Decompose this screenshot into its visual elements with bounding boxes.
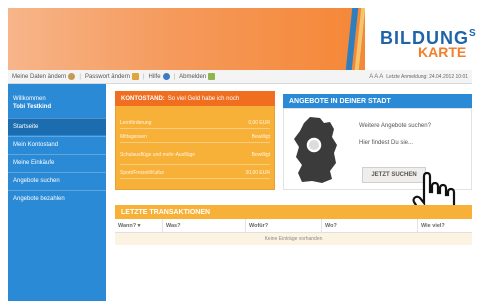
konto-row-value: Bewilligt: [251, 151, 270, 158]
konto-row-value: Bewilligt: [251, 134, 270, 140]
transaktionen-table-header: Wann? ▾ Was? Wofür? Wo? Wie viel?: [115, 218, 472, 233]
kontostand-title: KONTOSTAND:: [121, 95, 165, 102]
column-header-wann[interactable]: Wann? ▾: [115, 218, 163, 233]
nav-meine-daten[interactable]: Meine Daten ändern: [8, 73, 79, 80]
kontostand-subtitle: So viel Geld habe ich noch: [167, 95, 240, 102]
kontostand-header: KONTOSTAND: So viel Geld habe ich noch: [115, 91, 275, 106]
konto-row: Mittagessen Bewilligt: [120, 134, 270, 143]
top-navigation: Meine Daten ändern | Passwort ändern | H…: [8, 70, 472, 84]
konto-row-value: 30,00 EUR: [245, 170, 270, 176]
nav-hilfe[interactable]: Hilfe: [145, 73, 174, 80]
nav-passwort[interactable]: Passwort ändern: [81, 73, 143, 80]
column-header-was[interactable]: Was?: [163, 218, 246, 233]
angebote-hint: Hier findest Du sie...: [359, 140, 414, 146]
transaktionen-header: LETZTE TRANSAKTIONEN: [115, 205, 472, 219]
welcome-block: Willkommen Tobi Testkind: [13, 95, 51, 111]
column-header-wie-viel[interactable]: Wie viel?: [418, 219, 472, 233]
konto-row-label: Schulausflüge und mehr-Ausflüge: [120, 151, 196, 158]
konto-row-label: Mittagessen: [120, 134, 147, 140]
konto-row: Lernförderung 0,00 EUR: [120, 120, 270, 129]
user-name: Tobi Testkind: [13, 104, 52, 110]
font-size-controls[interactable]: A A A: [369, 74, 383, 80]
germany-map-icon: [294, 117, 337, 183]
nav-passwort-label: Passwort ändern: [84, 73, 130, 80]
sidebar-item-startseite[interactable]: Startseite: [8, 118, 106, 135]
welcome-label: Willkommen: [13, 96, 46, 102]
konto-row-value: 0,00 EUR: [248, 120, 270, 126]
person-icon: [68, 73, 76, 80]
last-login-info: Letzte Anmeldung: 24.04.2012 10:01: [386, 73, 468, 80]
konto-row-label: Lernförderung: [120, 120, 152, 126]
nav-meine-daten-label: Meine Daten ändern: [12, 73, 67, 80]
help-icon: [162, 73, 170, 80]
angebote-question: Weitere Angebote suchen?: [359, 123, 431, 129]
column-header-wo[interactable]: Wo?: [322, 218, 418, 233]
nav-abmelden[interactable]: Abmelden: [175, 73, 219, 80]
konto-row: Schulausflüge und mehr-Ausflüge Bewillig…: [120, 147, 270, 165]
sidebar-item-einkaeufe[interactable]: Meine Einkäufe: [8, 154, 106, 171]
exit-icon: [208, 73, 216, 80]
sidebar-item-kontostand[interactable]: Mein Kontostand: [8, 136, 106, 153]
nav-hilfe-label: Hilfe: [148, 73, 161, 80]
sidebar-item-angebote-bezahlen[interactable]: Angebote bezahlen: [8, 190, 106, 207]
logo-text-line2: KARTE: [418, 44, 467, 60]
konto-row-label: Sport/Freizeit/Kultur: [120, 170, 165, 176]
sidebar-item-angebote-suchen[interactable]: Angebote suchen: [8, 172, 106, 189]
nav-abmelden-label: Abmelden: [179, 73, 207, 80]
column-header-wofuer[interactable]: Wofür?: [246, 218, 322, 233]
house-icon: [131, 73, 139, 80]
konto-row: Sport/Freizeit/Kultur 30,00 EUR: [120, 170, 270, 179]
transaktionen-empty-row: Keine Einträge vorhanden: [115, 233, 472, 245]
angebote-header: ANGEBOTE IN DEINER STADT: [283, 94, 472, 108]
